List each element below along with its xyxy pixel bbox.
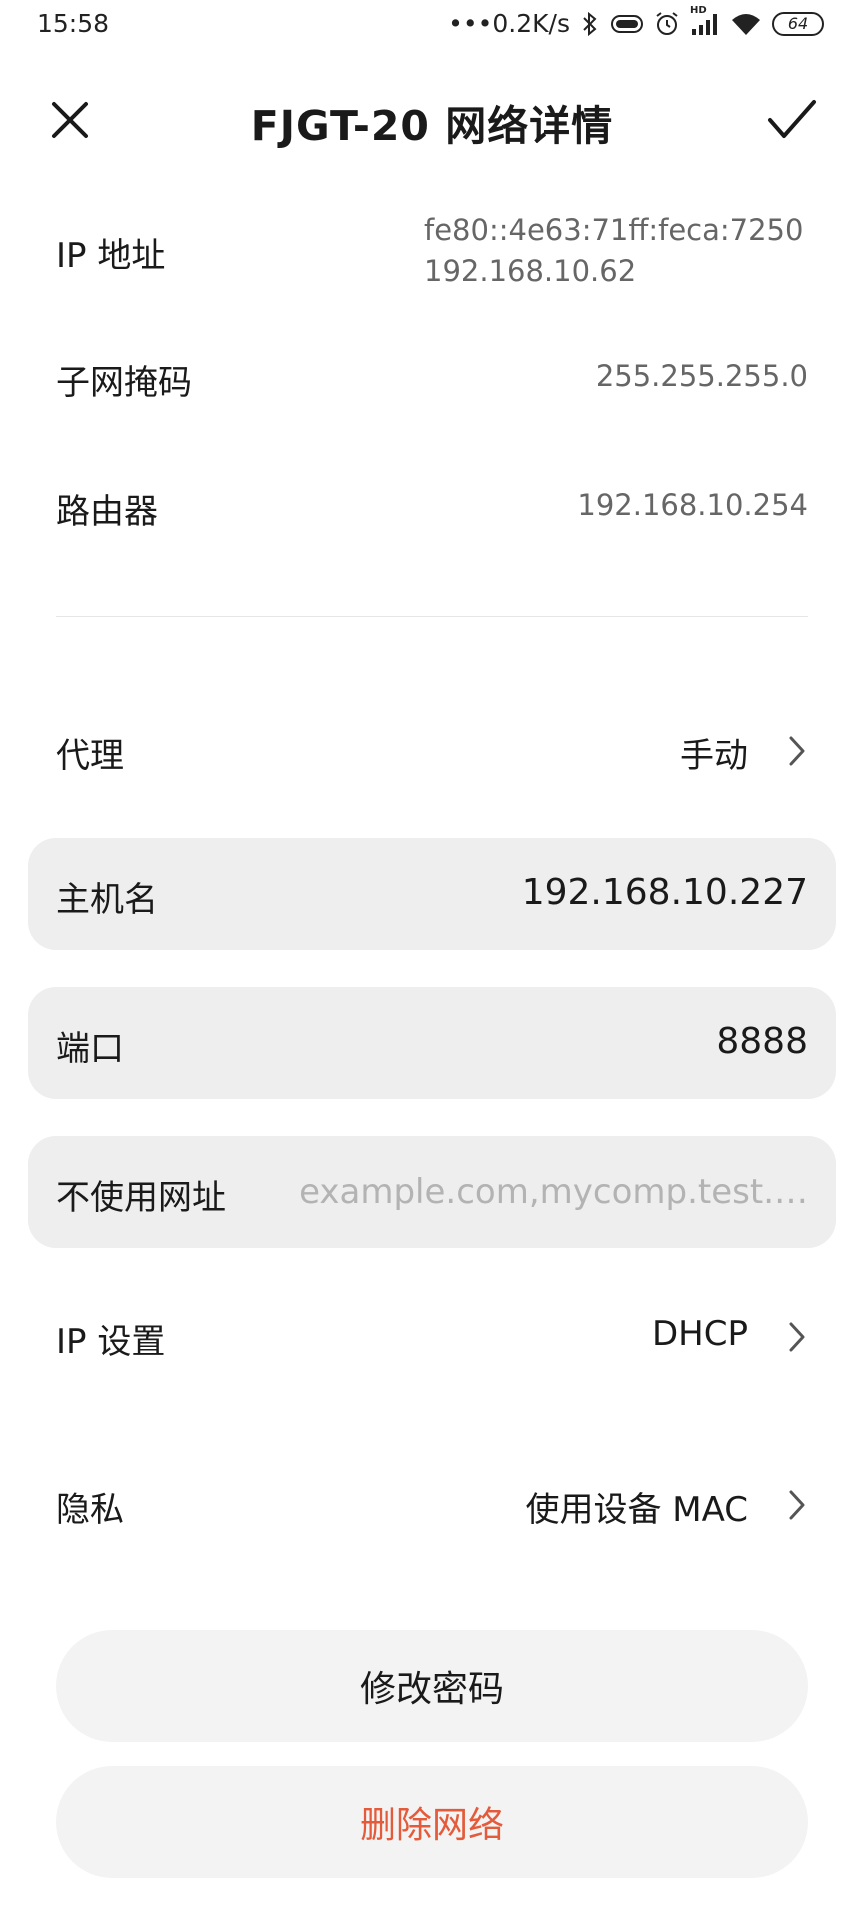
privacy-label: 隐私 xyxy=(56,1490,124,1530)
port-label: 端口 xyxy=(56,1029,124,1069)
proxy-label: 代理 xyxy=(56,736,124,776)
vibrate-icon xyxy=(610,13,644,35)
router-row: 路由器 192.168.10.254 xyxy=(56,484,808,534)
ip-settings-label: IP 设置 xyxy=(56,1322,166,1362)
signal-icon: HD xyxy=(690,5,720,37)
ipv6-address: fe80::4e63:71ff:feca:7250 xyxy=(424,213,804,247)
bluetooth-icon xyxy=(580,11,600,37)
subnet-mask-label: 子网掩码 xyxy=(56,363,192,403)
port-field[interactable]: 端口 8888 xyxy=(28,987,836,1099)
bypass-label: 不使用网址 xyxy=(56,1178,226,1218)
chevron-right-icon xyxy=(789,1490,805,1520)
ip-address-row: IP 地址 fe80::4e63:71ff:feca:7250 192.168.… xyxy=(56,210,808,300)
ipv4-address: 192.168.10.62 xyxy=(424,254,637,288)
hostname-value[interactable]: 192.168.10.227 xyxy=(522,872,808,913)
hostname-field[interactable]: 主机名 192.168.10.227 xyxy=(28,838,836,950)
subnet-mask-row: 子网掩码 255.255.255.0 xyxy=(56,355,808,405)
subnet-mask-value: 255.255.255.0 xyxy=(595,359,808,393)
chevron-right-icon xyxy=(789,736,805,766)
proxy-row[interactable]: 代理 手动 xyxy=(56,728,808,778)
ip-address-values: fe80::4e63:71ff:feca:7250 192.168.10.62 xyxy=(424,210,803,292)
proxy-value: 手动 xyxy=(680,736,748,776)
status-bar: 15:58 •••0.2K/s HD 64 xyxy=(0,0,864,50)
ip-address-label: IP 地址 xyxy=(56,236,166,276)
confirm-button[interactable] xyxy=(764,94,820,146)
hd-badge: HD xyxy=(690,4,707,16)
delete-network-button[interactable]: 删除网络 xyxy=(56,1766,808,1878)
ip-settings-value: DHCP xyxy=(652,1314,748,1354)
network-speed: •••0.2K/s xyxy=(448,9,570,38)
router-label: 路由器 xyxy=(56,492,158,532)
ip-settings-row[interactable]: IP 设置 DHCP xyxy=(56,1314,808,1364)
battery-icon: 64 xyxy=(772,11,824,36)
chevron-right-icon xyxy=(789,1322,805,1352)
page-title: FJGT-20 网络详情 xyxy=(250,102,614,150)
section-divider xyxy=(56,616,808,617)
change-password-button[interactable]: 修改密码 xyxy=(56,1630,808,1742)
privacy-value: 使用设备 MAC xyxy=(525,1490,748,1530)
privacy-row[interactable]: 隐私 使用设备 MAC xyxy=(56,1482,808,1532)
wifi-icon xyxy=(730,11,762,37)
alarm-icon xyxy=(654,11,680,37)
check-icon xyxy=(768,100,816,138)
router-value: 192.168.10.254 xyxy=(577,488,808,522)
status-icons: •••0.2K/s HD 64 xyxy=(448,5,824,38)
status-time: 15:58 xyxy=(37,9,110,38)
bypass-input[interactable] xyxy=(288,1164,808,1220)
title-bar: FJGT-20 网络详情 xyxy=(0,80,864,156)
hostname-label: 主机名 xyxy=(56,880,158,920)
bypass-field[interactable]: 不使用网址 xyxy=(28,1136,836,1248)
port-value[interactable]: 8888 xyxy=(716,1021,808,1062)
